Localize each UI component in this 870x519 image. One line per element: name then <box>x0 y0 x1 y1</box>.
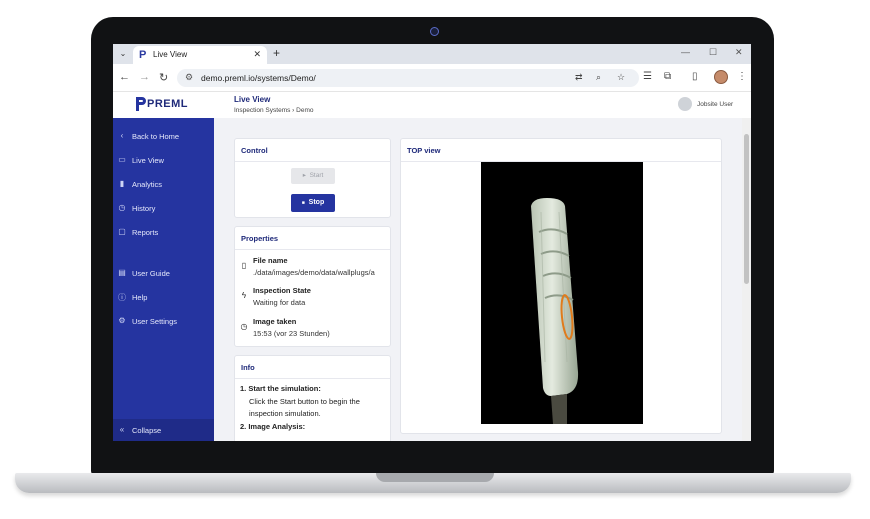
properties-title: Properties <box>241 234 279 243</box>
laptop-mockup: ⌄ P Live View ✕ + — ☐ ✕ ← → ↻ ⚙ demo.pre… <box>0 0 870 519</box>
sidebar-item-user-guide[interactable]: ▤ User Guide <box>113 267 214 283</box>
app-header: PREML Live View Inspection Systems › Dem… <box>113 92 751 118</box>
top-view-card: TOP view <box>400 138 722 434</box>
sidebar-item-help[interactable]: ⓘ Help <box>113 291 214 307</box>
image-taken-value: 15:53 (vor 23 Stunden) <box>253 329 330 338</box>
new-tab-icon[interactable]: + <box>273 46 280 60</box>
collapse-label: Collapse <box>132 426 162 435</box>
collapse-button[interactable]: « Collapse <box>113 419 214 441</box>
clock-icon: ◷ <box>240 322 248 331</box>
reports-icon: ▢ <box>118 227 126 236</box>
laptop-notch <box>376 473 494 482</box>
gear-icon: ⚙ <box>118 316 126 325</box>
browser-tab-bar: ⌄ P Live View ✕ + — ☐ ✕ <box>113 44 751 64</box>
sidebar-item-live-view[interactable]: ▭ Live View <box>113 154 214 170</box>
forward-icon[interactable]: → <box>139 71 150 83</box>
bolt-icon: ϟ <box>241 291 247 300</box>
side-panel-icon[interactable]: ▯ <box>692 71 698 82</box>
bar-chart-icon: ▮ <box>119 179 125 188</box>
top-view-title: TOP view <box>407 146 441 155</box>
browser-tab[interactable]: P Live View ✕ <box>133 46 267 64</box>
tab-title: Live View <box>153 50 188 59</box>
info-card: Info 1. Start the simulation: Click the … <box>234 355 391 441</box>
sidebar-item-user-settings[interactable]: ⚙ User Settings <box>113 315 214 331</box>
close-window-icon[interactable]: ✕ <box>735 47 743 58</box>
sidebar-item-label: Help <box>132 293 148 302</box>
file-name-label: File name <box>253 256 288 265</box>
webcam-icon <box>430 27 439 36</box>
url-text: demo.preml.io/systems/Demo/ <box>201 73 316 83</box>
start-button-label: Start <box>309 172 324 179</box>
history-icon: ◷ <box>118 203 126 212</box>
bookmark-star-icon[interactable]: ☆ <box>617 72 625 83</box>
tab-groups-icon[interactable]: ☰ <box>643 71 652 82</box>
sidebar-item-label: Reports <box>132 228 159 237</box>
info-step1-line2: inspection simulation. <box>249 409 321 418</box>
menu-icon[interactable]: ⋮ <box>737 71 747 82</box>
main-content: Control ▸ Start ■ Stop Properties ▯ File… <box>214 118 751 441</box>
sidebar-item-label: User Settings <box>132 317 178 326</box>
info-title: Info <box>241 363 255 372</box>
sidebar-item-label: Back to Home <box>132 132 180 141</box>
properties-card: Properties ▯ File name ./data/images/dem… <box>234 226 391 347</box>
chevron-left-icon: ‹ <box>120 131 124 140</box>
book-icon: ▤ <box>118 268 126 277</box>
double-chevron-left-icon: « <box>119 425 125 434</box>
user-avatar[interactable] <box>678 97 692 111</box>
sidebar-item-label: User Guide <box>132 269 170 278</box>
play-icon: ▸ <box>302 172 306 179</box>
site-info-icon[interactable]: ⚙ <box>185 72 193 83</box>
stop-button-label: Stop <box>308 199 325 206</box>
sidebar-item-label: Analytics <box>132 180 163 189</box>
info-step1-line1: Click the Start button to begin the <box>249 397 360 406</box>
info-step2-title: 2. Image Analysis: <box>240 422 306 431</box>
profile-avatar[interactable] <box>714 70 728 84</box>
divider <box>235 161 390 162</box>
logo-icon <box>136 97 146 111</box>
camera-icon: ▭ <box>118 155 126 164</box>
sidebar: ‹ Back to Home ▭ Live View ▮ Analytics ◷… <box>113 118 214 441</box>
camera-image <box>481 162 643 424</box>
zoom-icon[interactable]: ⌕ <box>596 72 601 83</box>
start-button[interactable]: ▸ Start <box>291 168 335 184</box>
translate-icon[interactable]: ⇄ <box>575 72 583 83</box>
sidebar-item-analytics[interactable]: ▮ Analytics <box>113 178 214 194</box>
sidebar-item-back-home[interactable]: ‹ Back to Home <box>113 130 214 146</box>
help-icon: ⓘ <box>118 293 126 302</box>
breadcrumb[interactable]: Inspection Systems › Demo <box>234 107 313 114</box>
maximize-icon[interactable]: ☐ <box>709 47 717 58</box>
page-title: Live View <box>234 95 271 104</box>
stop-button[interactable]: ■ Stop <box>291 194 335 212</box>
minimize-icon[interactable]: — <box>681 47 690 57</box>
inspection-state-label: Inspection State <box>253 286 311 295</box>
sidebar-item-reports[interactable]: ▢ Reports <box>113 226 214 242</box>
stop-icon: ■ <box>301 200 305 206</box>
file-icon: ▯ <box>241 261 247 270</box>
tab-search-icon[interactable]: ⌄ <box>117 48 129 60</box>
control-card: Control ▸ Start ■ Stop <box>234 138 391 218</box>
address-bar[interactable]: ⚙ demo.preml.io/systems/Demo/ ⇄ ⌕ ☆ <box>177 69 639 87</box>
image-taken-label: Image taken <box>253 317 297 326</box>
wallplug-image <box>531 198 579 424</box>
extensions-icon[interactable]: ⧉ <box>664 71 671 82</box>
info-step1-title: 1. Start the simulation: <box>240 384 321 393</box>
sidebar-item-label: Live View <box>132 156 164 165</box>
screen: ⌄ P Live View ✕ + — ☐ ✕ ← → ↻ ⚙ demo.pre… <box>113 44 751 441</box>
divider <box>235 378 390 379</box>
favicon-icon: P <box>139 49 147 61</box>
logo-text[interactable]: PREML <box>147 98 188 110</box>
browser-toolbar: ← → ↻ ⚙ demo.preml.io/systems/Demo/ ⇄ ⌕ … <box>113 64 751 92</box>
reload-icon[interactable]: ↻ <box>159 71 168 84</box>
back-icon[interactable]: ← <box>119 71 130 83</box>
close-tab-icon[interactable]: ✕ <box>253 49 261 60</box>
user-name[interactable]: Jobsite User <box>697 101 733 108</box>
divider <box>235 249 390 250</box>
sidebar-item-history[interactable]: ◷ History <box>113 202 214 218</box>
inspection-state-value: Waiting for data <box>253 298 306 307</box>
control-title: Control <box>241 146 268 155</box>
scrollbar-thumb[interactable] <box>744 134 749 284</box>
sidebar-item-label: History <box>132 204 156 213</box>
file-name-value: ./data/images/demo/data/wallplugs/a <box>253 268 375 277</box>
